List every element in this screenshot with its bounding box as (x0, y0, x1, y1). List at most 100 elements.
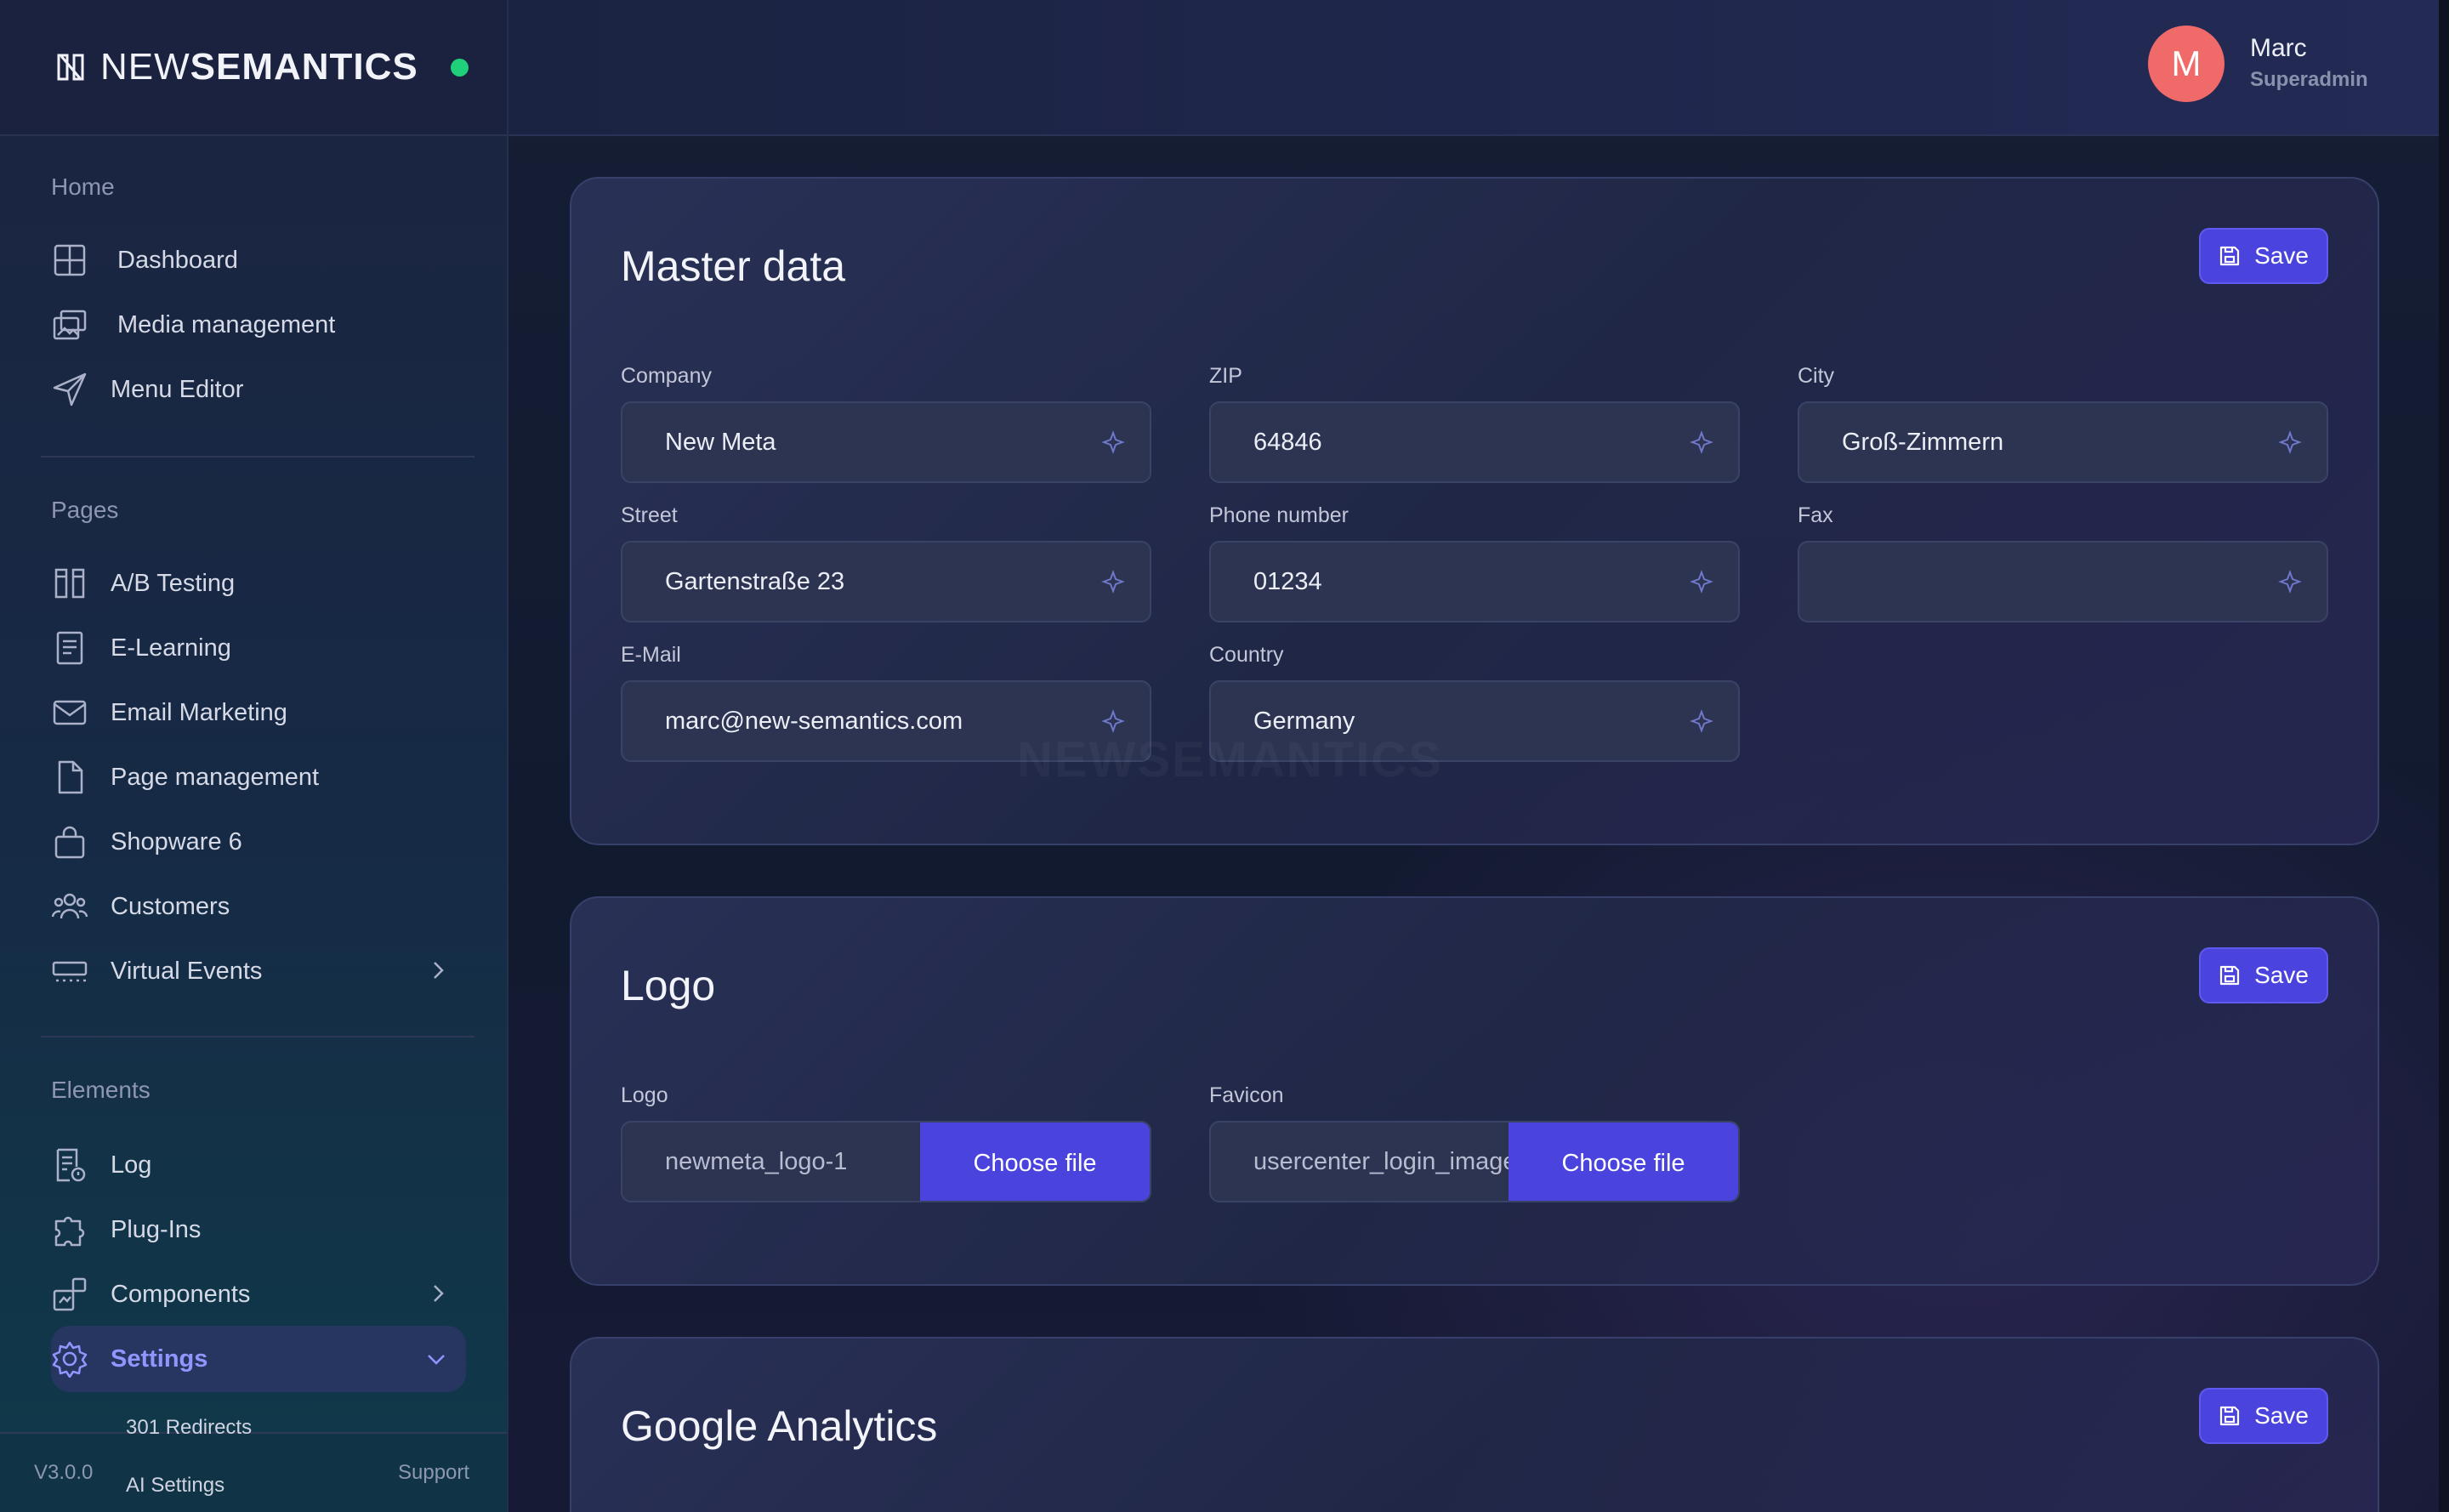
street-field[interactable]: Gartenstraße 23 (621, 541, 1151, 622)
send-icon (51, 371, 88, 408)
sparkle-icon[interactable] (1689, 570, 1714, 595)
save-icon (2219, 1406, 2240, 1426)
sidebar-item-settings[interactable]: Settings (51, 1326, 466, 1392)
sidebar-item-virtual-events[interactable]: Virtual Events (51, 944, 468, 998)
fax-label: Fax (1798, 503, 1833, 527)
sidebar-item-page-management[interactable]: Page management (51, 750, 468, 804)
user-name[interactable]: Marc (2250, 34, 2307, 63)
sidebar-item-label: Media management (117, 310, 336, 338)
sparkle-icon[interactable] (1689, 709, 1714, 735)
fax-field[interactable] (1798, 541, 2328, 622)
email-label: E-Mail (621, 643, 681, 667)
phone-label: Phone number (1209, 503, 1350, 527)
sidebar-item-label: Menu Editor (111, 375, 244, 403)
sparkle-icon[interactable] (2277, 570, 2303, 595)
street-value: Gartenstraße 23 (665, 567, 845, 595)
sidebar-item-plug-ins[interactable]: Plug-Ins (51, 1202, 468, 1257)
sidebar-item-label: E-Learning (111, 634, 231, 662)
logo-label: Logo (621, 1083, 668, 1107)
phone-value: 01234 (1253, 567, 1322, 595)
choose-file-button[interactable]: Choose file (920, 1123, 1150, 1201)
street-label: Street (621, 503, 678, 527)
sidebar-item-label: Log (111, 1151, 152, 1179)
favicon-file-name: usercenter_login_image (1253, 1148, 1512, 1175)
city-value: Groß-Zimmern (1842, 428, 2004, 456)
card-title: Google Analytics (621, 1402, 938, 1450)
sparkle-icon[interactable] (2277, 430, 2303, 456)
save-label: Save (2254, 1402, 2309, 1429)
nav-section-pages: Pages (51, 497, 119, 523)
google-analytics-card: Google Analytics Save (570, 1337, 2379, 1512)
sidebar-item-dashboard[interactable]: Dashboard (51, 233, 468, 287)
sidebar-subitem-301-redirects[interactable]: 301 Redirects (126, 1416, 252, 1440)
chevron-right-icon[interactable] (427, 1282, 449, 1305)
sidebar-item-media-management[interactable]: Media management (51, 298, 468, 352)
zip-label: ZIP (1209, 364, 1242, 388)
file-icon (51, 759, 88, 796)
sparkle-icon[interactable] (1100, 570, 1126, 595)
sidebar-item-label: Email Marketing (111, 698, 287, 726)
city-field[interactable]: Groß-Zimmern (1798, 401, 2328, 483)
card-title: Master data (621, 242, 846, 290)
sidebar-item-label: Components (111, 1280, 251, 1308)
sidebar-subitem-ai-settings[interactable]: AI Settings (126, 1474, 224, 1498)
save-icon (2219, 246, 2240, 266)
puzzle-icon (51, 1211, 88, 1248)
sidebar-item-label: Dashboard (117, 246, 238, 274)
save-button[interactable]: Save (2199, 1388, 2328, 1444)
email-value: marc@new-semantics.com (665, 707, 963, 735)
favicon-file-input[interactable]: usercenter_login_image Choose file (1209, 1121, 1740, 1202)
sidebar-brand: NEWSEMANTICS (0, 0, 507, 136)
chevron-right-icon[interactable] (427, 959, 449, 981)
scrollbar-track[interactable] (2439, 0, 2449, 1512)
version-label: V3.0.0 (34, 1461, 94, 1484)
sidebar-item-shopware-6[interactable]: Shopware 6 (51, 815, 468, 869)
components-icon (51, 1276, 88, 1313)
app-root: NEWSEMANTICS Home Dashboard Media manage… (0, 0, 2449, 1512)
sidebar-item-e-learning[interactable]: E-Learning (51, 621, 468, 675)
zip-field[interactable]: 64846 (1209, 401, 1740, 483)
logo-card: Logo Save Logo newmeta_logo-1 Choose fil… (570, 896, 2379, 1286)
mail-icon (51, 694, 88, 731)
sidebar-item-label: Shopware 6 (111, 827, 242, 855)
sidebar: NEWSEMANTICS Home Dashboard Media manage… (0, 0, 509, 1512)
phone-field[interactable]: 01234 (1209, 541, 1740, 622)
bag-icon (51, 823, 88, 861)
nav-section-home: Home (51, 173, 115, 200)
sidebar-item-label: Customers (111, 892, 230, 920)
sparkle-icon[interactable] (1689, 430, 1714, 456)
country-label: Country (1209, 643, 1284, 667)
sidebar-item-menu-editor[interactable]: Menu Editor (51, 362, 468, 417)
city-label: City (1798, 364, 1835, 388)
sidebar-item-log[interactable]: Log (51, 1138, 468, 1192)
support-link[interactable]: Support (398, 1461, 469, 1485)
nav-divider (41, 1036, 474, 1037)
sparkle-icon[interactable] (1100, 430, 1126, 456)
nav-section-elements: Elements (51, 1077, 151, 1103)
user-role: Superadmin (2250, 68, 2368, 91)
save-button[interactable]: Save (2199, 947, 2328, 1003)
company-value: New Meta (665, 428, 776, 456)
save-button[interactable]: Save (2199, 228, 2328, 284)
brand-logo-icon (57, 54, 84, 81)
logo-file-input[interactable]: newmeta_logo-1 Choose file (621, 1121, 1151, 1202)
company-label: Company (621, 364, 712, 388)
choose-file-button[interactable]: Choose file (1509, 1123, 1738, 1201)
columns-icon (51, 565, 88, 602)
sidebar-item-components[interactable]: Components (51, 1267, 468, 1322)
nav-divider (41, 456, 474, 458)
save-icon (2219, 965, 2240, 986)
status-dot (451, 59, 469, 77)
zip-value: 64846 (1253, 428, 1322, 456)
avatar[interactable]: M (2148, 26, 2225, 102)
sidebar-item-label: Virtual Events (111, 957, 263, 985)
chevron-down-icon[interactable] (425, 1348, 447, 1370)
favicon-label: Favicon (1209, 1083, 1284, 1107)
grid-icon (51, 242, 88, 279)
sidebar-item-label: A/B Testing (111, 569, 236, 597)
sidebar-item-customers[interactable]: Customers (51, 879, 468, 934)
sidebar-item-email-marketing[interactable]: Email Marketing (51, 685, 468, 740)
company-field[interactable]: New Meta (621, 401, 1151, 483)
master-data-card: Master data Save Company New Meta ZIP 64… (570, 177, 2379, 845)
sidebar-item-ab-testing[interactable]: A/B Testing (51, 556, 468, 611)
